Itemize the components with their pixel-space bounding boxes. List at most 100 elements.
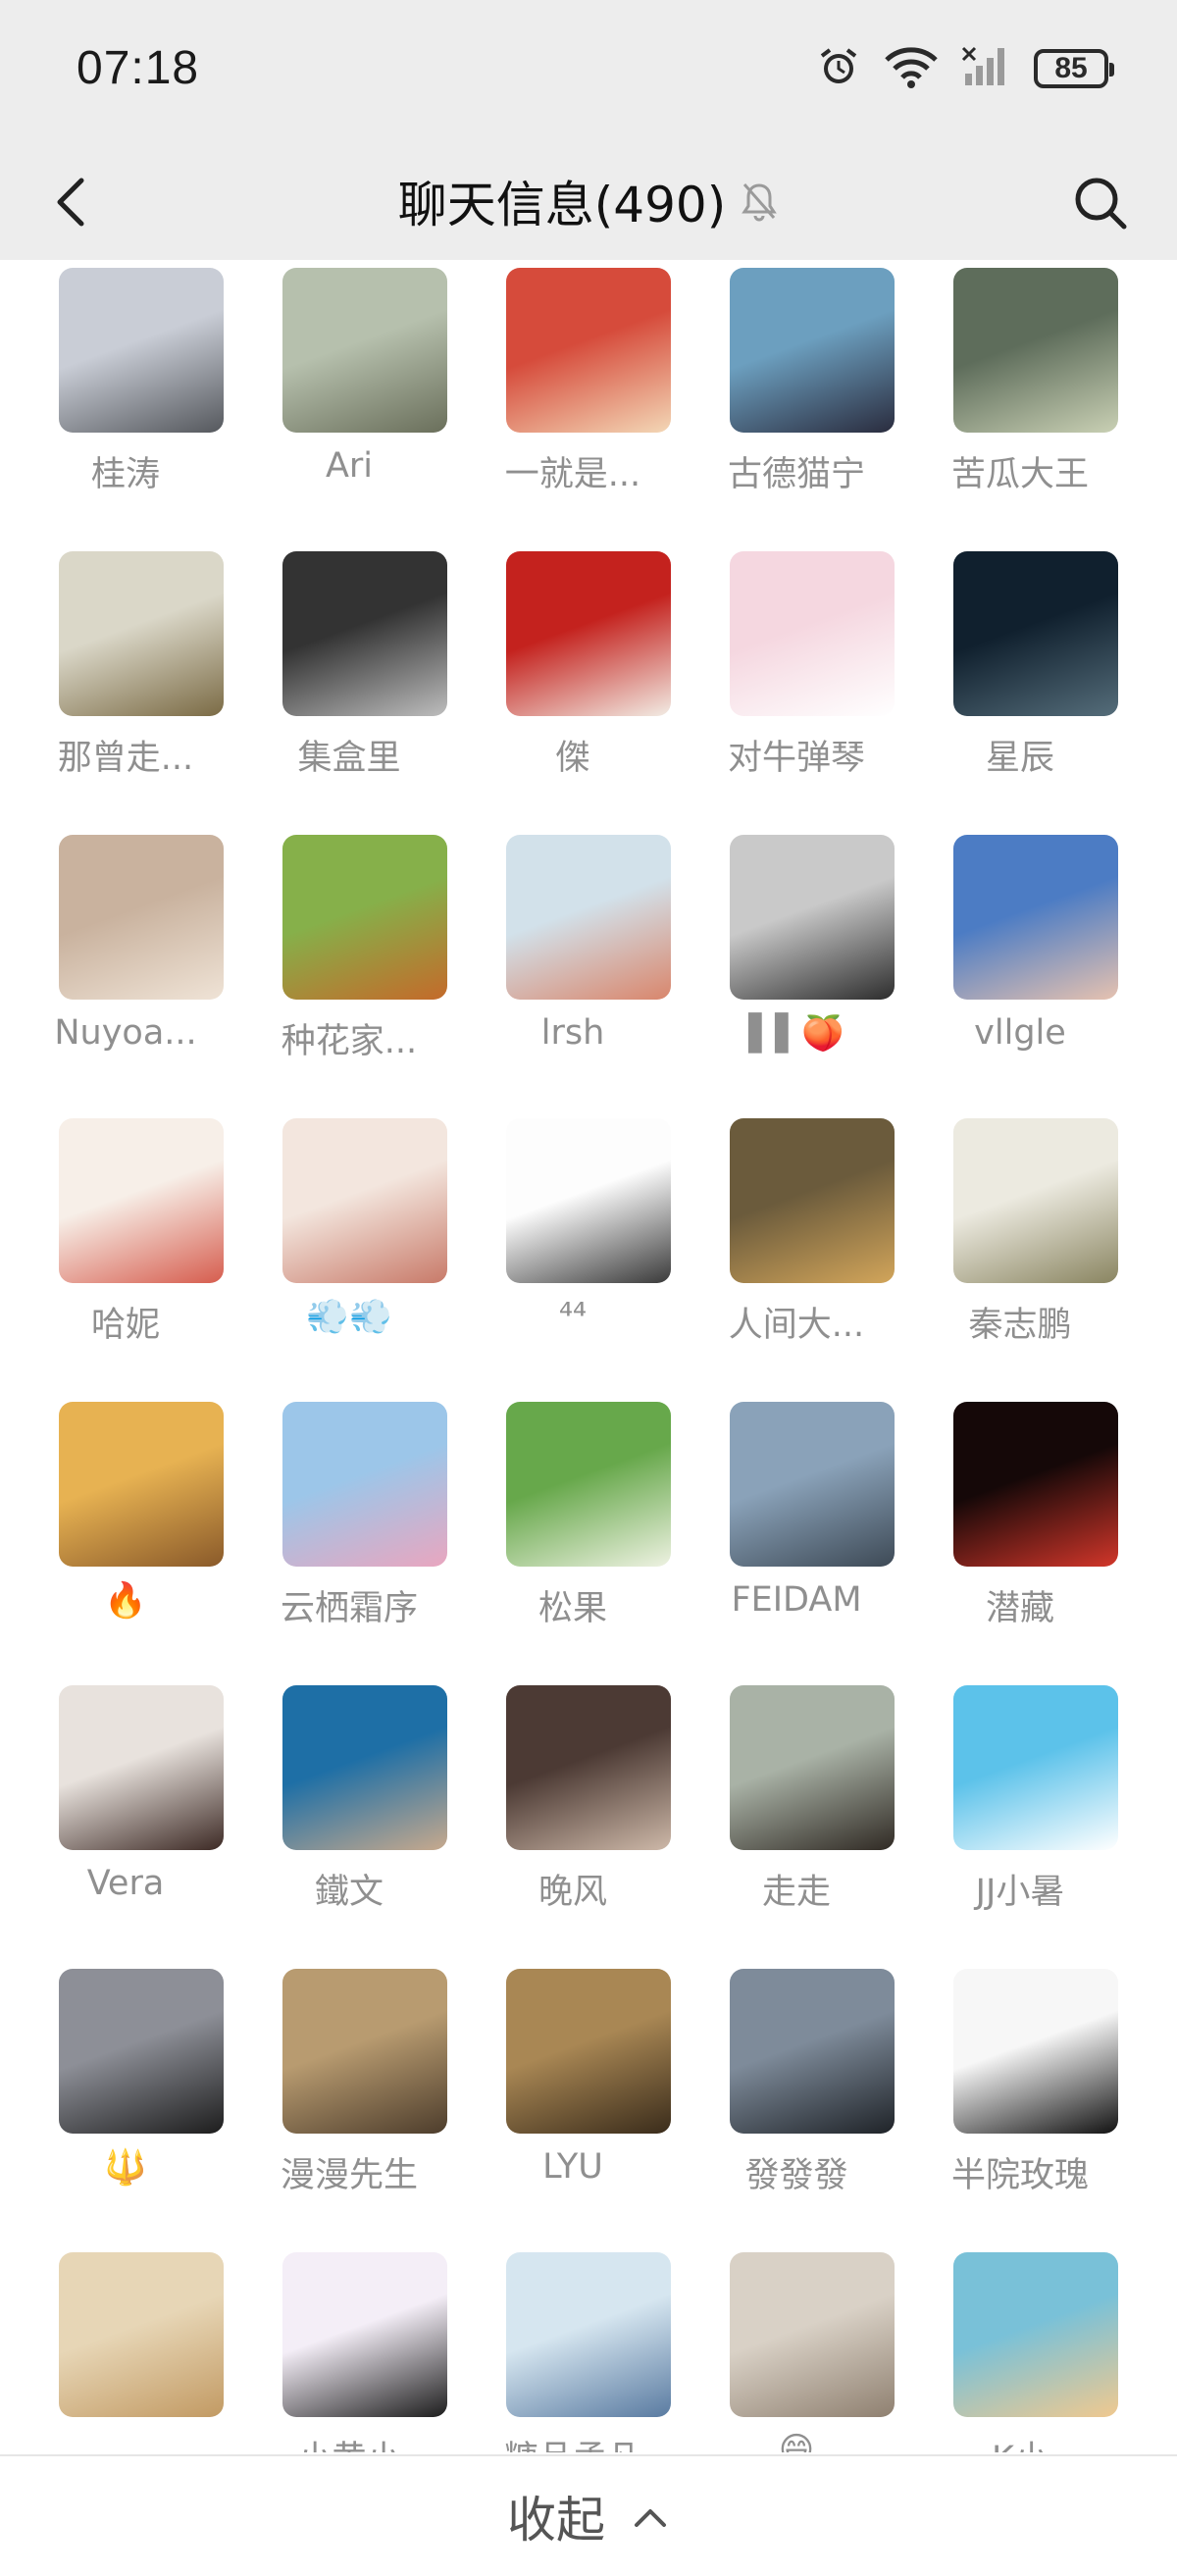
member-item[interactable]: LYU: [461, 1961, 685, 2216]
avatar[interactable]: [282, 1118, 447, 1283]
avatar[interactable]: [59, 1969, 224, 2134]
member-item[interactable]: 云栖霜序: [237, 1394, 461, 1649]
member-item[interactable]: JJ小暑: [908, 1677, 1132, 1932]
member-item[interactable]: 桂涛: [14, 260, 237, 515]
member-item[interactable]: 那曾走...: [14, 543, 237, 799]
avatar[interactable]: [59, 1118, 224, 1283]
member-item[interactable]: 星辰: [908, 543, 1132, 799]
member-name: 💨💨: [306, 1298, 392, 1337]
member-item[interactable]: 哈妮: [14, 1110, 237, 1365]
member-grid: 桂涛 Ari 一就是... 古德猫宁 苦瓜大王那曾走... 集盒里 傑 对牛弹琴 星辰 Nuyoa…: [0, 260, 1177, 2452]
avatar[interactable]: [953, 1402, 1118, 1567]
avatar[interactable]: [730, 1118, 895, 1283]
avatar[interactable]: [282, 551, 447, 716]
avatar[interactable]: [953, 835, 1118, 1000]
avatar[interactable]: [730, 1969, 895, 2134]
member-item[interactable]: 傑: [461, 543, 685, 799]
member-name: vllgle: [974, 1013, 1066, 1053]
member-item[interactable]: 走走: [685, 1677, 908, 1932]
avatar[interactable]: [506, 268, 671, 433]
member-name: lrsh: [540, 1013, 605, 1053]
member-item[interactable]: 秦志鹏: [908, 1110, 1132, 1365]
member-item[interactable]: 發發發: [685, 1961, 908, 2216]
avatar[interactable]: [506, 551, 671, 716]
member-name: 😄: [778, 2431, 815, 2452]
status-icons: 85: [816, 43, 1114, 94]
member-item[interactable]: 糖品孟凡: [461, 2244, 685, 2452]
member-item[interactable]: lrsh: [461, 827, 685, 1082]
member-item[interactable]: Ari: [237, 260, 461, 515]
member-item[interactable]: 集盒里: [237, 543, 461, 799]
avatar[interactable]: [953, 2252, 1118, 2417]
member-item[interactable]: 古德猫宁: [685, 260, 908, 515]
member-item[interactable]: 人间大...: [685, 1110, 908, 1365]
member-item[interactable]: Nuyoa...: [14, 827, 237, 1082]
member-item[interactable]: 鐵文: [237, 1677, 461, 1932]
avatar[interactable]: [953, 1969, 1118, 2134]
avatar[interactable]: [282, 1402, 447, 1567]
avatar[interactable]: [282, 1969, 447, 2134]
member-name: FEIDAM: [731, 1580, 862, 1620]
member-name: 糖品孟凡: [445, 2431, 700, 2452]
avatar[interactable]: [59, 551, 224, 716]
avatar[interactable]: [282, 835, 447, 1000]
mute-bell-icon: [742, 183, 778, 222]
member-item[interactable]: 晚风: [461, 1677, 685, 1932]
avatar[interactable]: [730, 268, 895, 433]
member-item[interactable]: Vera: [14, 1677, 237, 1932]
member-item[interactable]: 对牛弹琴: [685, 543, 908, 799]
member-item[interactable]: 🔥: [14, 1394, 237, 1649]
member-item[interactable]: 潜藏: [908, 1394, 1132, 1649]
member-name: 走走: [761, 1873, 831, 1912]
member-item[interactable]: 种花家...: [237, 827, 461, 1082]
avatar[interactable]: [730, 551, 895, 716]
member-item[interactable]: K小: [908, 2244, 1132, 2452]
chevron-up-icon: [635, 2509, 666, 2527]
avatar[interactable]: [506, 1969, 671, 2134]
avatar[interactable]: [730, 1685, 895, 1850]
member-item[interactable]: 漫漫先生: [237, 1961, 461, 2216]
avatar[interactable]: [953, 1118, 1118, 1283]
member-item[interactable]: 半院玫瑰: [908, 1961, 1132, 2216]
avatar[interactable]: [282, 1685, 447, 1850]
status-time: 07:18: [77, 42, 200, 94]
avatar[interactable]: [59, 2252, 224, 2417]
avatar[interactable]: [953, 551, 1118, 716]
avatar[interactable]: [506, 1685, 671, 1850]
search-icon[interactable]: [1071, 174, 1130, 232]
avatar[interactable]: [953, 268, 1118, 433]
avatar[interactable]: [953, 1685, 1118, 1850]
member-item[interactable]: 小黄小: [237, 2244, 461, 2452]
avatar[interactable]: [730, 1402, 895, 1567]
member-item[interactable]: 松果: [461, 1394, 685, 1649]
avatar[interactable]: [506, 2252, 671, 2417]
member-item[interactable]: 😄: [685, 2244, 908, 2452]
member-item[interactable]: vllgle: [908, 827, 1132, 1082]
avatar[interactable]: [59, 268, 224, 433]
avatar[interactable]: [59, 1402, 224, 1567]
member-name: 🔥: [104, 1581, 147, 1621]
member-item[interactable]: 💨💨: [237, 1110, 461, 1365]
avatar[interactable]: [282, 2252, 447, 2417]
member-name: 人间大...: [728, 1306, 865, 1345]
avatar[interactable]: [506, 1402, 671, 1567]
member-item[interactable]: ⁴⁴: [461, 1110, 685, 1365]
collapse-button[interactable]: 收起: [0, 2454, 1177, 2576]
member-item[interactable]: [14, 2244, 237, 2452]
member-item[interactable]: 🔱: [14, 1961, 237, 2216]
member-item[interactable]: 苦瓜大王: [908, 260, 1132, 515]
avatar[interactable]: [506, 1118, 671, 1283]
avatar[interactable]: [730, 2252, 895, 2417]
member-name: 傑: [555, 739, 590, 778]
avatar[interactable]: [730, 835, 895, 1000]
avatar[interactable]: [59, 1685, 224, 1850]
search-button[interactable]: [1061, 164, 1140, 242]
member-item[interactable]: FEIDAM: [685, 1394, 908, 1649]
avatar[interactable]: [282, 268, 447, 433]
member-item[interactable]: ▌▌🍑: [685, 827, 908, 1082]
member-name: 潜藏: [985, 1589, 1054, 1628]
avatar[interactable]: [506, 835, 671, 1000]
member-item[interactable]: 一就是...: [461, 260, 685, 515]
member-name: 半院玫瑰: [950, 2156, 1089, 2195]
avatar[interactable]: [59, 835, 224, 1000]
